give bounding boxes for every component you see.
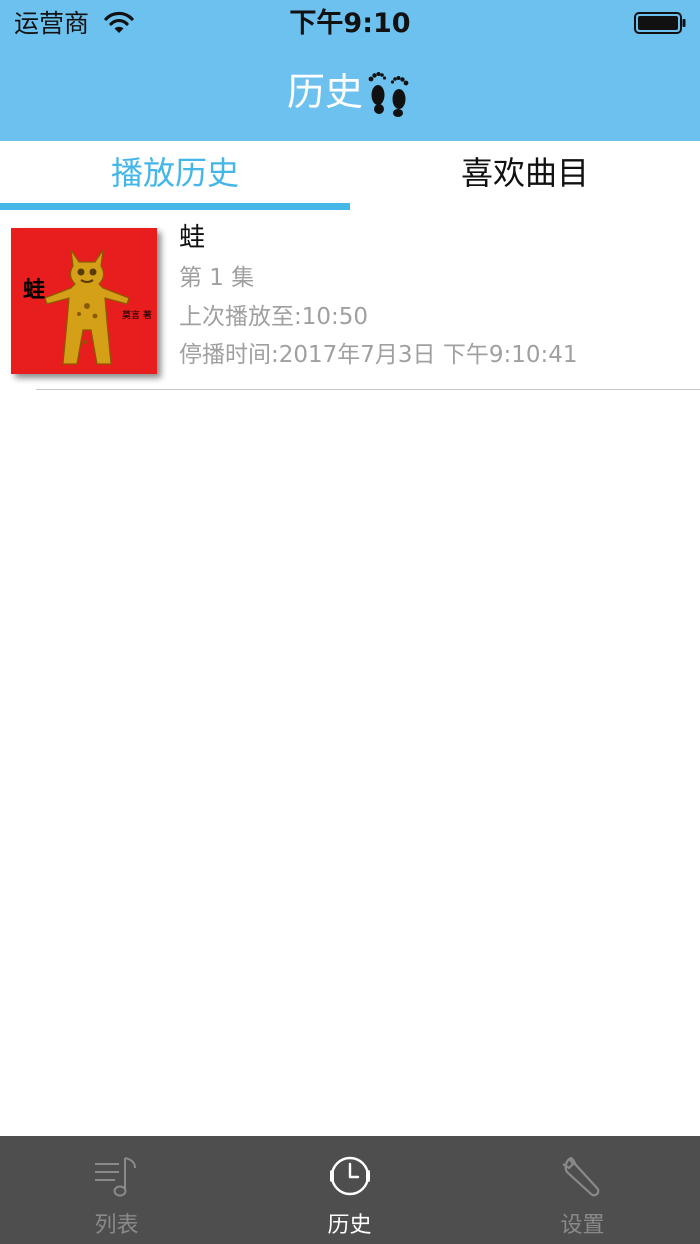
tabbar-item-list[interactable]: 列表 <box>0 1136 233 1244</box>
cover-author-text: 莫言 著 <box>122 311 152 321</box>
tabbar-item-settings[interactable]: 设置 <box>466 1136 699 1244</box>
item-stopped-time: 停播时间:2017年7月3日 下午9:10:41 <box>179 342 578 368</box>
tab-bar: 列表 历史 设置 <box>0 1136 700 1244</box>
item-title: 蛙 <box>179 223 206 253</box>
battery-icon <box>634 12 686 34</box>
item-episode: 第 1 集 <box>179 265 255 291</box>
status-time: 下午9:10 <box>289 8 411 39</box>
footprints-icon <box>368 72 409 117</box>
wrench-icon <box>561 1156 599 1197</box>
list-item[interactable]: 蛙 莫言 著 蛙 第 1 集 上次播放至:10:50 停播时间:2017年7月3… <box>0 218 700 390</box>
row-separator <box>36 389 700 390</box>
nav-title-group: 历史 <box>0 64 700 120</box>
tab-selection-indicator <box>0 203 350 210</box>
item-last-position: 上次播放至:10:50 <box>179 304 369 330</box>
tabbar-label-settings: 设置 <box>560 1213 605 1238</box>
tabbar-label-history: 历史 <box>327 1213 372 1238</box>
clock-icon <box>329 1156 370 1196</box>
tabbar-label-list: 列表 <box>94 1213 139 1238</box>
tab-favorite-tracks[interactable]: 喜欢曲目 <box>350 141 700 211</box>
cover-title-text: 蛙 <box>23 277 46 303</box>
music-list-icon <box>94 1157 136 1197</box>
page-title: 历史 <box>286 70 363 114</box>
tab-play-history[interactable]: 播放历史 <box>0 141 350 211</box>
history-tabs: 播放历史 喜欢曲目 <box>0 141 700 211</box>
navigation-header: 运营商 下午9:10 历史 <box>0 0 700 141</box>
tabbar-item-history[interactable]: 历史 <box>233 1136 466 1244</box>
album-cover: 蛙 莫言 著 <box>11 228 157 374</box>
cover-figure-image <box>44 249 130 365</box>
status-bar: 运营商 下午9:10 <box>0 0 700 48</box>
